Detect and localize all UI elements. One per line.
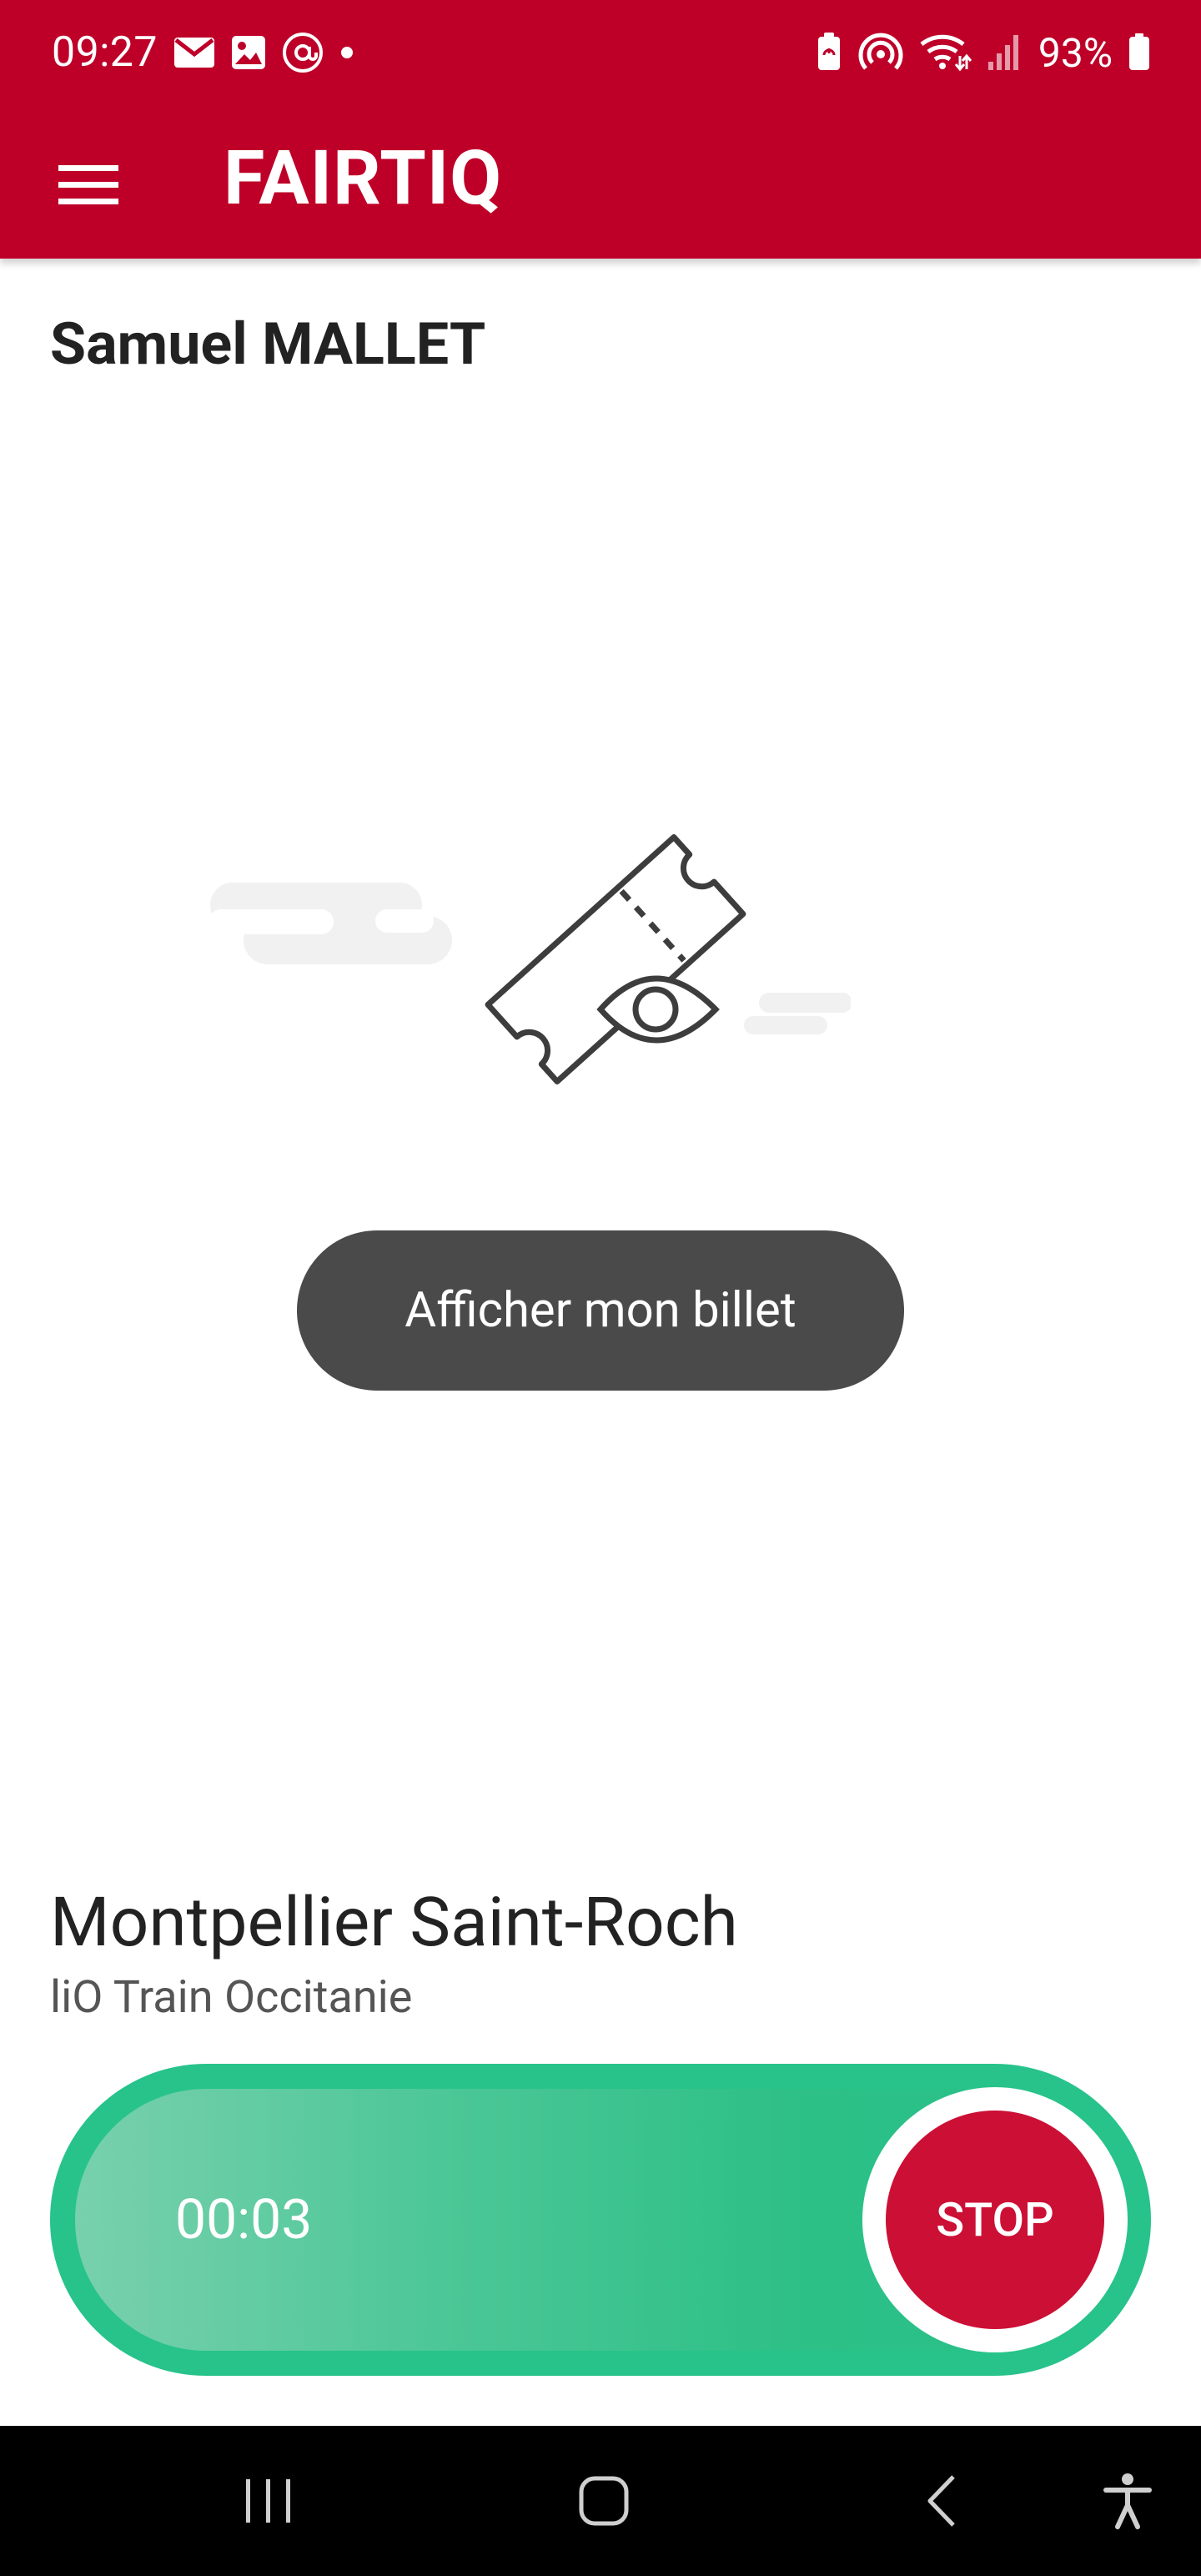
gallery-icon (230, 34, 267, 74)
notification-icons (173, 33, 355, 75)
status-bar: 09:27 93% (0, 0, 1201, 108)
show-ticket-button[interactable]: Afficher mon billet (297, 1230, 904, 1391)
operator-name: liO Train Occitanie (50, 1971, 413, 2024)
battery-percentage: 93% (1038, 29, 1113, 77)
back-icon[interactable] (901, 2459, 984, 2543)
stop-button[interactable]: STOP (886, 2111, 1104, 2329)
app-bar: FAIRTIQ (0, 108, 1201, 259)
station-name: Montpellier Saint-Roch (50, 1883, 738, 1963)
at-sign-icon (282, 32, 324, 77)
elapsed-time: 00:03 (175, 2187, 313, 2252)
stop-ring: STOP (862, 2087, 1128, 2352)
status-time: 09:27 (52, 28, 158, 77)
journey-timer: 00:03 STOP (50, 2064, 1151, 2376)
signal-icon (987, 32, 1023, 75)
ticket-eye-icon (209, 834, 852, 1084)
recent-apps-icon[interactable] (227, 2459, 310, 2543)
battery-icon (1128, 32, 1151, 75)
brand-logo: FAIRTIQ (224, 128, 502, 229)
system-status-icons: 93% (815, 28, 1151, 78)
system-nav-bar (0, 2426, 1201, 2576)
battery-saver-icon (815, 32, 843, 75)
home-icon[interactable] (562, 2459, 646, 2543)
hamburger-menu-icon[interactable] (55, 152, 122, 219)
brand-name: FAIRTIQ (224, 134, 503, 222)
dot-icon (339, 44, 355, 64)
hotspot-icon (858, 29, 903, 78)
ticket-eye-illustration (200, 834, 852, 1084)
gmail-icon (173, 36, 215, 73)
user-name: Samuel MALLET (50, 310, 486, 379)
accessibility-icon[interactable] (1086, 2459, 1169, 2543)
wifi-icon (918, 31, 972, 76)
